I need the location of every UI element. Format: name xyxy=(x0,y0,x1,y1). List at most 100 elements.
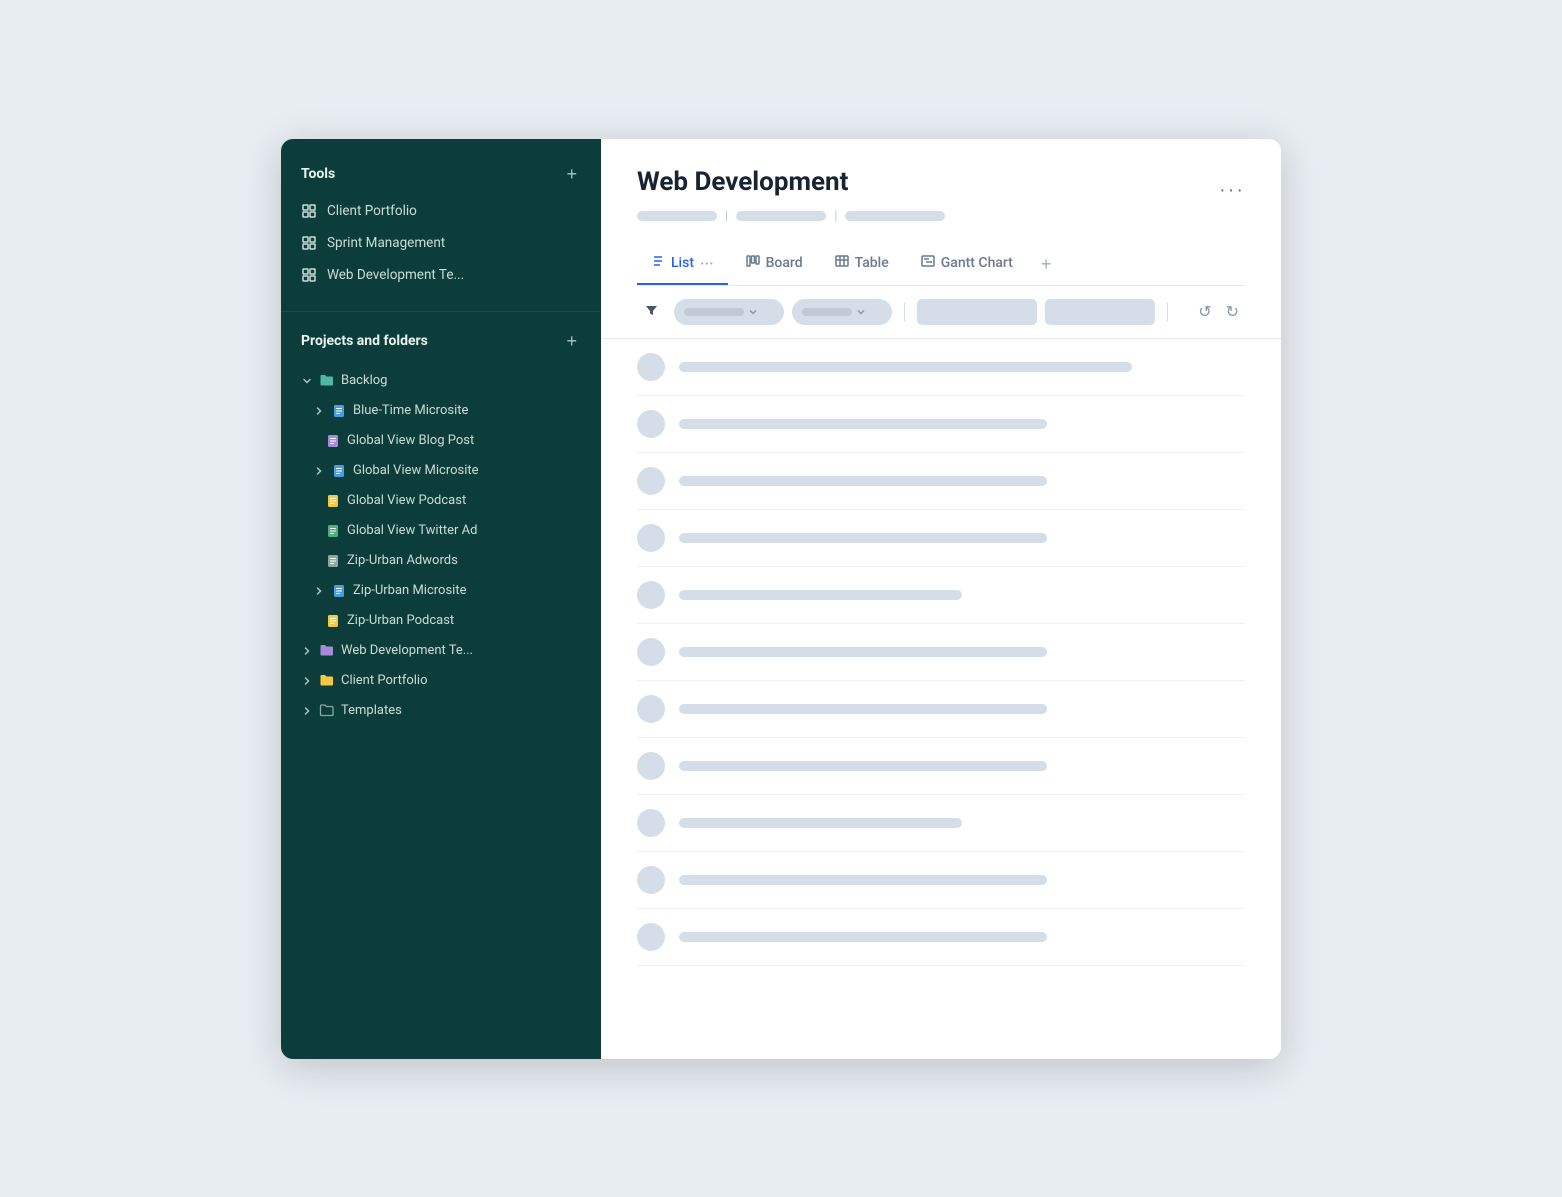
chevron-right-icon-web-dev xyxy=(301,645,313,657)
folder-icon-web-dev-te xyxy=(319,643,335,659)
filter-button[interactable] xyxy=(637,300,666,324)
projects-title: Projects and folders xyxy=(301,333,428,349)
avatar xyxy=(637,866,665,894)
tools-title: Tools xyxy=(301,166,335,182)
list-row-content xyxy=(679,419,1245,429)
tab-board-label: Board xyxy=(766,255,803,271)
list-row[interactable] xyxy=(637,339,1245,396)
avatar xyxy=(637,581,665,609)
list-row-bar xyxy=(679,647,1047,657)
more-options-button[interactable]: ··· xyxy=(1219,179,1245,202)
nav-item-gv-blog[interactable]: Global View Blog Post xyxy=(281,426,601,456)
list-row-bar xyxy=(679,476,1047,486)
nav-item-zu-microsite[interactable]: Zip-Urban Microsite xyxy=(281,576,601,606)
nav-item-zu-adwords[interactable]: Zip-Urban Adwords xyxy=(281,546,601,576)
doc-icon-gv-podcast xyxy=(325,493,341,509)
list-row-bar xyxy=(679,932,1047,942)
zu-adwords-label: Zip-Urban Adwords xyxy=(347,553,458,568)
doc-icon-gv-blog xyxy=(325,433,341,449)
list-row[interactable] xyxy=(637,909,1245,966)
toolbar-filter-pill-2[interactable] xyxy=(792,299,892,325)
gv-podcast-label: Global View Podcast xyxy=(347,493,466,508)
tool-item-sprint-management[interactable]: Sprint Management xyxy=(281,227,601,259)
toolbar: ↺ ↻ xyxy=(601,286,1281,339)
list-row[interactable] xyxy=(637,795,1245,852)
breadcrumb-2 xyxy=(736,211,826,221)
avatar xyxy=(637,809,665,837)
tab-gantt[interactable]: Gantt Chart xyxy=(907,244,1027,284)
folder-icon-backlog xyxy=(319,373,335,389)
tool-label: Client Portfolio xyxy=(327,203,417,219)
list-row[interactable] xyxy=(637,738,1245,795)
list-row-bar xyxy=(679,875,1047,885)
list-row[interactable] xyxy=(637,567,1245,624)
list-row-bar xyxy=(679,533,1047,543)
undo-button[interactable]: ↺ xyxy=(1192,298,1217,326)
nav-item-gv-podcast[interactable]: Global View Podcast xyxy=(281,486,601,516)
backlog-label: Backlog xyxy=(341,373,387,388)
breadcrumb: | | xyxy=(637,209,945,224)
doc-icon-gv-twitter xyxy=(325,523,341,539)
avatar xyxy=(637,410,665,438)
list-row[interactable] xyxy=(637,681,1245,738)
avatar xyxy=(637,353,665,381)
tab-table[interactable]: Table xyxy=(821,244,903,284)
chevron-right-icon-gv-microsite xyxy=(313,465,325,477)
list-row[interactable] xyxy=(637,396,1245,453)
add-tool-button[interactable]: + xyxy=(562,163,581,185)
nav-item-web-dev-te[interactable]: Web Development Te... xyxy=(281,636,601,666)
toolbar-filter-pill-1[interactable] xyxy=(674,299,784,325)
chevron-down-icon-2 xyxy=(856,307,866,317)
chevron-down-icon-1 xyxy=(748,307,758,317)
tab-table-label: Table xyxy=(855,255,889,271)
list-row[interactable] xyxy=(637,453,1245,510)
list-row[interactable] xyxy=(637,852,1245,909)
folder-icon-client xyxy=(319,673,335,689)
nav-item-client-portfolio[interactable]: Client Portfolio xyxy=(281,666,601,696)
list-row-bar xyxy=(679,704,1047,714)
nav-item-backlog[interactable]: Backlog xyxy=(281,366,601,396)
tools-list: Client Portfolio Sprint Management xyxy=(281,195,601,307)
list-icon xyxy=(651,254,665,272)
client-portfolio-label: Client Portfolio xyxy=(341,673,428,688)
add-project-button[interactable]: + xyxy=(562,330,581,352)
list-row-bar xyxy=(679,362,1132,372)
grid-icon-3 xyxy=(301,267,317,283)
list-row-content xyxy=(679,875,1245,885)
tool-item-client-portfolio[interactable]: Client Portfolio xyxy=(281,195,601,227)
tab-list[interactable]: List ··· xyxy=(637,244,728,285)
nav-item-blue-time[interactable]: Blue-Time Microsite xyxy=(281,396,601,426)
toolbar-text-pill-1[interactable] xyxy=(917,299,1037,325)
nav-item-zu-podcast[interactable]: Zip-Urban Podcast xyxy=(281,606,601,636)
nav-item-gv-microsite[interactable]: Global View Microsite xyxy=(281,456,601,486)
avatar xyxy=(637,752,665,780)
folder-icon-templates xyxy=(319,703,335,719)
tab-list-label: List xyxy=(671,255,694,271)
list-row-content xyxy=(679,704,1245,714)
gv-blog-label: Global View Blog Post xyxy=(347,433,474,448)
filter-icon xyxy=(645,304,658,320)
list-row[interactable] xyxy=(637,510,1245,567)
list-row-bar xyxy=(679,419,1047,429)
toolbar-text-pill-2[interactable] xyxy=(1045,299,1155,325)
toolbar-pill-inner-1 xyxy=(684,308,744,316)
zu-microsite-label: Zip-Urban Microsite xyxy=(353,583,466,598)
tab-board[interactable]: Board xyxy=(732,244,817,284)
main-content: Web Development | | ··· xyxy=(601,139,1281,1059)
nav-item-templates[interactable]: Templates xyxy=(281,696,601,726)
chevron-down-icon-backlog xyxy=(301,375,313,387)
board-icon xyxy=(746,254,760,272)
doc-icon-zu-podcast xyxy=(325,613,341,629)
nav-item-gv-twitter[interactable]: Global View Twitter Ad xyxy=(281,516,601,546)
tab-list-more[interactable]: ··· xyxy=(700,254,714,273)
redo-button[interactable]: ↻ xyxy=(1220,298,1245,326)
list-row-content xyxy=(679,761,1245,771)
gantt-icon xyxy=(921,254,935,272)
toolbar-separator-2 xyxy=(1167,302,1168,322)
zu-podcast-label: Zip-Urban Podcast xyxy=(347,613,454,628)
add-tab-button[interactable]: + xyxy=(1031,246,1062,283)
breadcrumb-sep-1: | xyxy=(725,209,728,224)
tool-item-web-dev[interactable]: Web Development Te... xyxy=(281,259,601,291)
tabs-bar: List ··· Board Table xyxy=(637,244,1245,286)
list-row[interactable] xyxy=(637,624,1245,681)
